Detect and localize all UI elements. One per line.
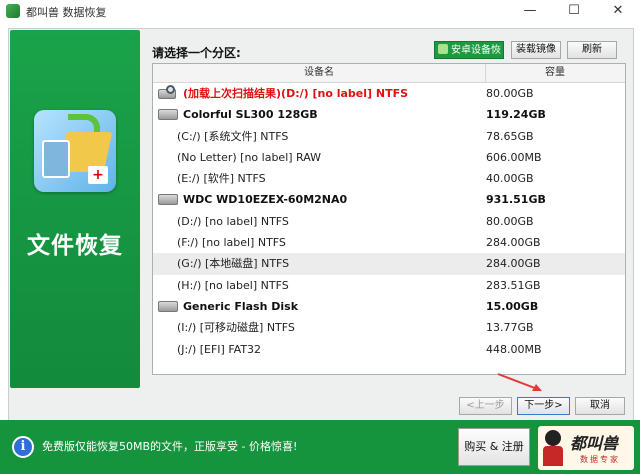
last-scan-row[interactable]: (加载上次扫描结果)(D:/) [no label] NTFS 80.00GB [153,83,625,104]
partition-row[interactable]: (F:/) [no label] NTFS 284.00GB [153,232,625,253]
android-recovery-button[interactable]: 安卓设备恢复 [434,41,504,74]
cancel-button[interactable]: 取消 [575,397,625,415]
row-capacity: 931.51GB [486,193,546,207]
partition-row[interactable]: (E:/) [软件] NTFS 40.00GB [153,168,625,189]
hard-disk-icon [158,300,178,312]
mount-image-button[interactable]: 装载镜像 [511,41,561,59]
row-capacity: 119.24GB [486,108,546,122]
disk-row[interactable]: Colorful SL300 128GB 119.24GB [153,104,625,125]
disk-search-icon [158,85,178,100]
app-logo-icon [6,4,20,18]
column-device-name[interactable]: 设备名 [153,64,486,82]
mascot-head [545,430,561,446]
mascot-icon [542,430,564,466]
row-name: (F:/) [no label] NTFS [177,236,286,250]
row-name: (I:/) [可移动磁盘] NTFS [177,321,295,335]
row-capacity: 40.00GB [486,172,534,186]
partition-row[interactable]: (No Letter) [no label] RAW 606.00MB [153,147,625,168]
next-button[interactable]: 下一步> [517,397,570,415]
column-capacity[interactable]: 容量 [486,64,624,82]
red-arrow-annotation-icon [497,373,542,391]
hard-disk-icon [158,194,178,206]
title-bar: 都叫兽 数据恢复 — ☐ ✕ [0,0,640,22]
row-name: Generic Flash Disk [183,299,299,313]
info-icon: i [12,436,34,458]
row-capacity: 15.00GB [486,299,539,313]
row-name: (J:/) [EFI] FAT32 [177,342,262,356]
row-capacity: 284.00GB [486,257,541,271]
row-name: WDC WD10EZEX-60M2NA0 [183,193,348,207]
row-name: (No Letter) [no label] RAW [177,150,322,164]
row-name: Colorful SL300 128GB [183,108,318,122]
row-capacity: 284.00GB [486,236,541,250]
left-panel: + 文件恢复 [10,30,140,388]
close-button[interactable]: ✕ [596,0,640,22]
hard-disk-icon [158,109,178,121]
row-capacity: 78.65GB [486,129,534,143]
maximize-button[interactable]: ☐ [552,0,596,22]
app-window: 都叫兽 数据恢复 — ☐ ✕ + 文件恢复 请选择一个分区: 安卓设备恢复 装载… [0,0,640,474]
buy-register-button[interactable]: 购买 & 注册 [458,428,530,466]
row-name: (加载上次扫描结果)(D:/) [no label] NTFS [183,87,409,100]
row-capacity: 80.00GB [486,214,534,228]
row-name: (D:/) [no label] NTFS [177,214,289,228]
brand-subtitle: 数据专家 [580,455,620,464]
bottom-bar: i 免费版仅能恢复50MB的文件，正版享受 - 价格惊喜! 购买 & 注册 都叫… [0,420,640,474]
row-capacity: 80.00GB [486,87,534,100]
partition-row[interactable]: (I:/) [可移动磁盘] NTFS 13.77GB [153,317,625,338]
previous-button[interactable]: <上一步 [459,397,512,415]
android-icon [438,44,448,54]
select-partition-label: 请选择一个分区: [152,46,241,60]
file-recovery-icon: + [34,110,116,192]
first-aid-icon: + [88,166,108,184]
list-rows: (加载上次扫描结果)(D:/) [no label] NTFS 80.00GB Co… [153,83,625,360]
disk-row[interactable]: WDC WD10EZEX-60M2NA0 931.51GB [153,189,625,210]
mascot-body [543,446,563,466]
partition-row[interactable]: (C:/) [系统文件] NTFS 78.65GB [153,126,625,147]
hero-title: 文件恢复 [27,233,123,259]
row-name: (G:/) [本地磁盘] NTFS [177,257,290,271]
partition-row[interactable]: (G:/) [本地磁盘] NTFS 284.00GB [153,253,625,275]
minimize-button[interactable]: — [508,0,552,22]
recycle-bin-icon [42,140,70,178]
row-capacity: 606.00MB [486,150,542,164]
disk-row[interactable]: Generic Flash Disk 15.00GB [153,296,625,317]
partition-row[interactable]: (H:/) [no label] NTFS 283.51GB [153,275,625,296]
window-title: 都叫兽 数据恢复 [26,6,107,19]
row-capacity: 13.77GB [486,321,534,335]
list-header: 设备名 容量 [153,64,625,83]
brand-logo: 都叫兽 数据专家 [538,426,634,470]
row-capacity: 283.51GB [486,278,541,292]
row-capacity: 448.00MB [486,342,542,356]
row-name: (H:/) [no label] NTFS [177,278,289,292]
partition-row[interactable]: (D:/) [no label] NTFS 80.00GB [153,211,625,232]
row-name: (E:/) [软件] NTFS [177,172,266,186]
refresh-button[interactable]: 刷新 [567,41,617,59]
brand-name: 都叫兽 [570,434,619,453]
free-version-notice: 免费版仅能恢复50MB的文件，正版享受 - 价格惊喜! [42,440,298,453]
row-name: (C:/) [系统文件] NTFS [177,129,289,143]
partition-list[interactable]: 设备名 容量 (加载上次扫描结果)(D:/) [no label] NTFS 80… [152,63,626,375]
partition-row[interactable]: (J:/) [EFI] FAT32 448.00MB [153,339,625,360]
